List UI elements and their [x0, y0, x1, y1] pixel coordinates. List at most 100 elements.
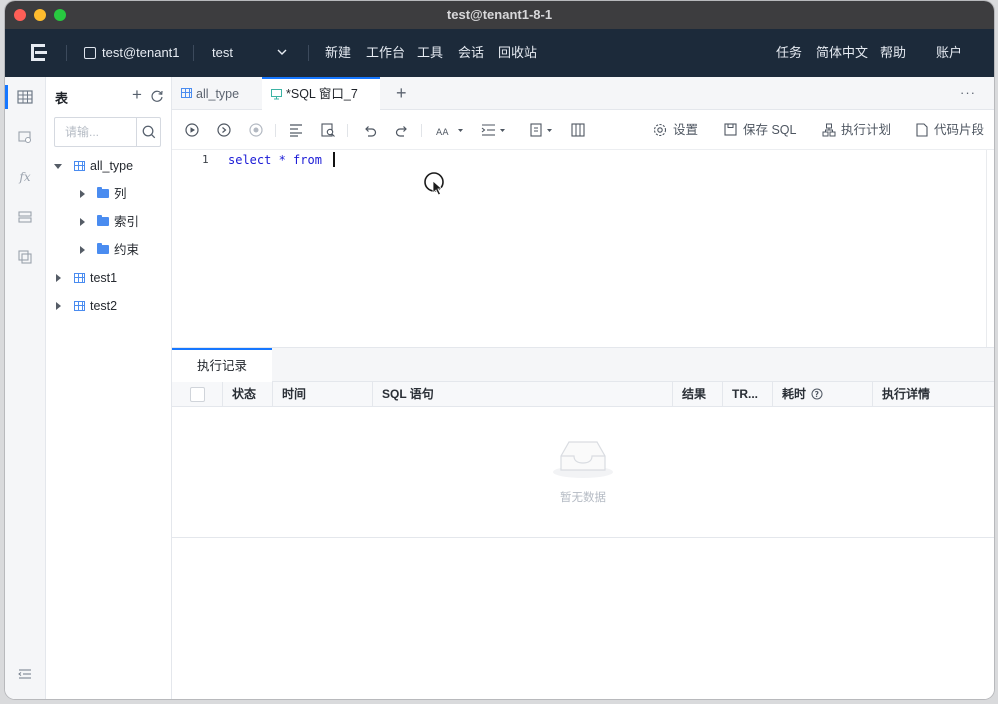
- new-tab-icon[interactable]: +: [396, 83, 407, 104]
- column-tr[interactable]: TR...: [722, 382, 772, 407]
- tab-label: all_type: [196, 87, 240, 101]
- menu-account[interactable]: 账户: [936, 29, 962, 77]
- activity-rail: fx: [5, 77, 46, 699]
- panel-title: 表: [55, 91, 69, 106]
- menu-sessions[interactable]: 会话: [458, 29, 484, 77]
- caret-right-icon[interactable]: [56, 274, 61, 282]
- menu-language[interactable]: 简体中文: [816, 29, 868, 77]
- close-window-button[interactable]: [14, 9, 26, 21]
- connection-icon: [84, 47, 96, 59]
- run-selected-icon[interactable]: [216, 122, 232, 138]
- divider: [421, 124, 422, 137]
- folder-icon: [97, 243, 109, 254]
- export-icon[interactable]: [528, 122, 558, 138]
- code-snippet-button[interactable]: 代码片段: [916, 110, 984, 150]
- select-all-checkbox[interactable]: [190, 387, 205, 402]
- settings-button[interactable]: 设置: [653, 110, 698, 150]
- active-indicator: [5, 85, 8, 109]
- caret-right-icon[interactable]: [80, 190, 85, 198]
- stop-icon[interactable]: [248, 122, 264, 138]
- empty-inbox-icon: [553, 441, 613, 478]
- menu-tools[interactable]: 工具: [417, 29, 443, 77]
- collapse-panel-icon[interactable]: [17, 666, 33, 682]
- format-icon[interactable]: [288, 122, 304, 138]
- tree-node-table[interactable]: test2: [46, 292, 172, 320]
- results-pane: 执行记录 状态 时间 SQL 语句 结果 TR... 耗时 ? 执行详情 暂无数…: [172, 347, 994, 699]
- sequence-icon[interactable]: [17, 249, 33, 265]
- caret-down-icon[interactable]: [54, 164, 62, 169]
- run-icon[interactable]: [184, 122, 200, 138]
- svg-text:AA: AA: [436, 128, 449, 138]
- workspace: all_type *SQL 窗口_7 + ··· AA 设置 保存 SQL 执行…: [172, 77, 994, 699]
- menu-tasks[interactable]: 任务: [776, 29, 802, 77]
- minimize-window-button[interactable]: [34, 9, 46, 21]
- tab-all-type[interactable]: all_type: [172, 77, 262, 110]
- tab-sql-window[interactable]: *SQL 窗口_7: [262, 77, 380, 111]
- tree-node-folder[interactable]: 列: [46, 180, 172, 208]
- procedure-icon[interactable]: [17, 209, 33, 225]
- editor-toolbar: AA 设置 保存 SQL 执行计划 代码片段: [172, 110, 994, 150]
- tab-execution-history[interactable]: 执行记录: [172, 348, 272, 382]
- save-icon: [724, 123, 737, 136]
- indent-icon[interactable]: [480, 122, 510, 138]
- menu-workbench[interactable]: 工作台: [366, 29, 405, 77]
- caret-right-icon[interactable]: [56, 302, 61, 310]
- empty-text: 暂无数据: [560, 492, 606, 504]
- save-sql-button[interactable]: 保存 SQL: [724, 110, 797, 150]
- view-icon[interactable]: [17, 129, 33, 145]
- tree-search-input[interactable]: [55, 118, 136, 146]
- redo-icon[interactable]: [394, 122, 410, 138]
- column-status[interactable]: 状态: [222, 382, 272, 407]
- text-cursor: [333, 152, 335, 167]
- database-value: test: [212, 45, 233, 60]
- sql-editor[interactable]: 1 select * from: [172, 150, 994, 347]
- column-detail[interactable]: 执行详情: [872, 382, 994, 407]
- chevron-down-icon[interactable]: [277, 47, 287, 57]
- divider: [66, 45, 67, 61]
- tree-node-table[interactable]: all_type: [46, 152, 172, 180]
- menu-help[interactable]: 帮助: [880, 29, 906, 77]
- editor-scroll-track[interactable]: [986, 150, 987, 347]
- table-icon[interactable]: [17, 89, 33, 105]
- menu-recycle-bin[interactable]: 回收站: [498, 29, 537, 77]
- layout-icon[interactable]: [570, 122, 586, 138]
- caret-right-icon[interactable]: [80, 218, 85, 226]
- tab-label: *SQL 窗口_7: [286, 87, 358, 101]
- column-sql[interactable]: SQL 语句: [372, 382, 672, 407]
- add-icon[interactable]: +: [132, 86, 142, 103]
- tree-node-folder[interactable]: 索引: [46, 208, 172, 236]
- function-icon[interactable]: fx: [17, 169, 33, 185]
- app-logo-icon: [31, 44, 47, 61]
- folder-name: 列: [114, 187, 127, 201]
- more-icon[interactable]: ···: [960, 85, 976, 100]
- column-time[interactable]: 时间: [272, 382, 372, 407]
- menu-new[interactable]: 新建: [325, 29, 351, 77]
- find-icon[interactable]: [320, 122, 336, 138]
- mouse-cursor-icon: [424, 172, 444, 196]
- plan-icon: [822, 123, 836, 137]
- divider: [193, 45, 194, 61]
- tree-node-folder[interactable]: 约束: [46, 236, 172, 264]
- folder-icon: [97, 187, 109, 198]
- sql-window-icon: [271, 89, 282, 100]
- divider: [347, 124, 348, 137]
- column-duration[interactable]: 耗时 ?: [772, 382, 872, 407]
- table-name: test2: [90, 299, 118, 313]
- help-icon[interactable]: ?: [811, 388, 823, 400]
- object-tree-panel: 表 + all_type 列 索引: [46, 77, 172, 699]
- search-icon[interactable]: [136, 118, 161, 146]
- connection-switcher[interactable]: test@tenant1: [84, 29, 180, 77]
- undo-icon[interactable]: [362, 122, 378, 138]
- case-convert-icon[interactable]: AA: [434, 122, 464, 138]
- code-line[interactable]: select * from: [228, 152, 335, 167]
- line-number: 1: [202, 153, 209, 166]
- refresh-icon[interactable]: [150, 89, 164, 103]
- table-name: all_type: [90, 159, 134, 173]
- caret-right-icon[interactable]: [80, 246, 85, 254]
- exec-plan-button[interactable]: 执行计划: [822, 110, 891, 150]
- snippet-icon: [916, 123, 928, 137]
- zoom-window-button[interactable]: [54, 9, 66, 21]
- tree-node-table[interactable]: test1: [46, 264, 172, 292]
- column-result[interactable]: 结果: [672, 382, 722, 407]
- divider: [275, 124, 276, 137]
